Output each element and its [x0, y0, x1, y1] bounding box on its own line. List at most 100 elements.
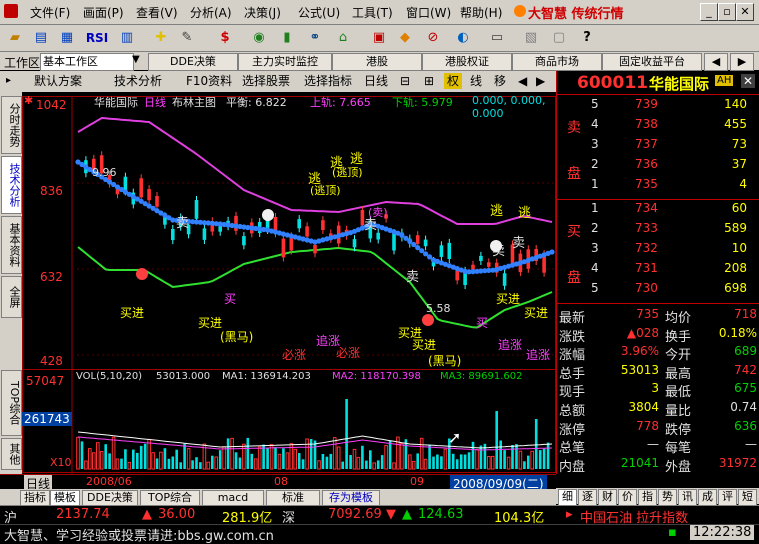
quote-panel-tab[interactable]: 势: [658, 489, 677, 506]
line-button[interactable]: 线: [470, 73, 482, 89]
tab-other[interactable]: 其他: [1, 438, 22, 470]
sell-level-price[interactable]: 737: [635, 137, 658, 151]
tab-fixed-income[interactable]: 固定收益平台: [602, 53, 702, 71]
zoom-in-icon[interactable]: ⊞: [424, 73, 434, 89]
menu-screen[interactable]: 画面(P): [83, 4, 124, 21]
book-icon[interactable]: ▭: [486, 28, 508, 48]
pencil-icon[interactable]: ✎: [176, 28, 198, 48]
sell-level-price[interactable]: 736: [635, 157, 658, 171]
compare-icon[interactable]: ▧: [520, 28, 542, 48]
volume-bar: [432, 456, 435, 469]
contact-text[interactable]: 大智慧、学习经验或投票请进:bbs.gw.com.cn: [4, 525, 274, 544]
map-icon[interactable]: ⌂: [332, 28, 354, 48]
crosshair-icon[interactable]: ✚: [150, 28, 172, 48]
grid-icon[interactable]: ▦: [56, 28, 78, 48]
tab-dde[interactable]: DDE决策: [148, 53, 238, 71]
app-icon[interactable]: [4, 4, 18, 18]
menu-tools[interactable]: 工具(T): [352, 4, 393, 21]
tab-scroll-right[interactable]: ▶: [730, 53, 754, 71]
diamond-icon[interactable]: ◆: [394, 28, 416, 48]
menu-view[interactable]: 查看(V): [136, 4, 178, 21]
buy-level-price[interactable]: 732: [635, 241, 658, 255]
quote-panel-tab[interactable]: 评: [718, 489, 737, 506]
quote-panel-tab[interactable]: 成: [698, 489, 717, 506]
select-stock-button[interactable]: 选择股票: [242, 73, 290, 89]
window-icon[interactable]: ▢: [548, 28, 570, 48]
panel-toggle-icon[interactable]: ✕: [741, 74, 755, 88]
menu-analysis[interactable]: 分析(A): [190, 4, 232, 21]
candle-body: [415, 235, 420, 244]
right-arrow-icon[interactable]: ▶: [536, 73, 545, 89]
table-icon[interactable]: ▥: [116, 28, 138, 48]
tab-scroll-left[interactable]: ◀: [704, 53, 728, 71]
default-scheme-button[interactable]: 默认方案: [34, 73, 82, 89]
weight-button[interactable]: 权: [444, 73, 462, 89]
left-arrow-icon[interactable]: ◀: [518, 73, 527, 89]
menu-file[interactable]: 文件(F): [30, 4, 70, 21]
buy-level-price[interactable]: 734: [635, 201, 658, 215]
quote-panel-tab[interactable]: 短: [738, 489, 757, 506]
glasses-icon[interactable]: ◉: [248, 28, 270, 48]
buy-label-2: 盘: [567, 270, 581, 286]
tab-fullscreen[interactable]: 全屏: [1, 276, 22, 318]
restore-button[interactable]: ▫: [718, 3, 736, 21]
quote-panel-tab[interactable]: 财: [598, 489, 617, 506]
quote-panel-tab[interactable]: 价: [618, 489, 637, 506]
candle-body: [171, 229, 175, 241]
dollar-icon[interactable]: $: [214, 28, 236, 48]
tab-commodity[interactable]: 商品市场: [512, 53, 602, 71]
close-button[interactable]: ✕: [736, 3, 754, 21]
stat-key: 最高: [665, 366, 692, 382]
folder-icon[interactable]: ▰: [4, 28, 26, 48]
chart-area[interactable]: ✱ 华能国际 日线 布林主图 平衡: 6.822 上轨: 7.665 下轨: 5…: [22, 92, 556, 474]
sell-level-price[interactable]: 735: [635, 177, 658, 191]
quote-panel-tab[interactable]: 细: [558, 489, 577, 506]
buy-level-price[interactable]: 731: [635, 261, 658, 275]
sell-level-price[interactable]: 738: [635, 117, 658, 131]
quote-panel-tab[interactable]: 指: [638, 489, 657, 506]
menu-formula[interactable]: 公式(U): [298, 4, 340, 21]
minimize-button[interactable]: _: [700, 3, 718, 21]
escape-annotation-4: 逃: [490, 204, 504, 219]
menu-decision[interactable]: 决策(J): [244, 4, 281, 21]
tab-technical[interactable]: 技术分析: [1, 156, 22, 214]
candle-body: [194, 200, 199, 219]
tech-analysis-button[interactable]: 技术分析: [114, 73, 162, 89]
report-icon[interactable]: ▣: [368, 28, 390, 48]
bars-icon[interactable]: ▮: [276, 28, 298, 48]
tab-fundamental[interactable]: 基本资料: [1, 216, 22, 274]
tab-hk-stock[interactable]: 港股: [332, 53, 422, 71]
tab-hk-warrant[interactable]: 港股权证: [422, 53, 512, 71]
workarea-dropdown-icon[interactable]: ▼: [132, 54, 140, 65]
rsi-icon[interactable]: RSI: [82, 28, 112, 48]
binoculars-icon[interactable]: ⚭: [304, 28, 326, 48]
chart-menu-icon[interactable]: ▸: [6, 73, 11, 89]
stat-key: 总额: [559, 404, 586, 419]
f10-button[interactable]: F10资料: [186, 73, 232, 89]
tab-top[interactable]: TOP综合: [1, 370, 22, 436]
workarea-select[interactable]: 基本工作区: [40, 53, 134, 71]
volume-bar: [92, 452, 96, 470]
car-icon[interactable]: ◐: [452, 28, 474, 48]
tab-intraday[interactable]: 分时走势: [1, 96, 22, 154]
stat-value: —: [647, 437, 659, 452]
buy-level-price[interactable]: 730: [635, 281, 658, 295]
ah-badge[interactable]: AH: [715, 75, 734, 86]
quote-panel-tab[interactable]: 逐: [578, 489, 597, 506]
sell-level-price[interactable]: 739: [635, 97, 658, 111]
time-axis-label-1: 2008/06: [86, 475, 132, 488]
strategy-icon[interactable]: ⊘: [422, 28, 444, 48]
quote-panel: 600011 华能国际 AH ✕ 卖 盘 5 739 140 4 738 455 3…: [556, 71, 759, 475]
tab-main-monitor[interactable]: 主力实时监控: [238, 53, 332, 71]
quote-panel-tab[interactable]: 讯: [678, 489, 697, 506]
menu-window[interactable]: 窗口(W): [406, 4, 451, 21]
chart-icon[interactable]: ▤: [30, 28, 52, 48]
menu-help[interactable]: 帮助(H): [460, 4, 502, 21]
help-icon[interactable]: ?: [576, 28, 598, 48]
buy-level-price[interactable]: 733: [635, 221, 658, 235]
period-button[interactable]: 日线: [364, 73, 388, 89]
zoom-out-icon[interactable]: ⊟: [400, 73, 410, 89]
move-button[interactable]: 移: [494, 73, 506, 89]
kline-chart[interactable]: [22, 92, 556, 474]
select-indicator-button[interactable]: 选择指标: [304, 73, 352, 89]
